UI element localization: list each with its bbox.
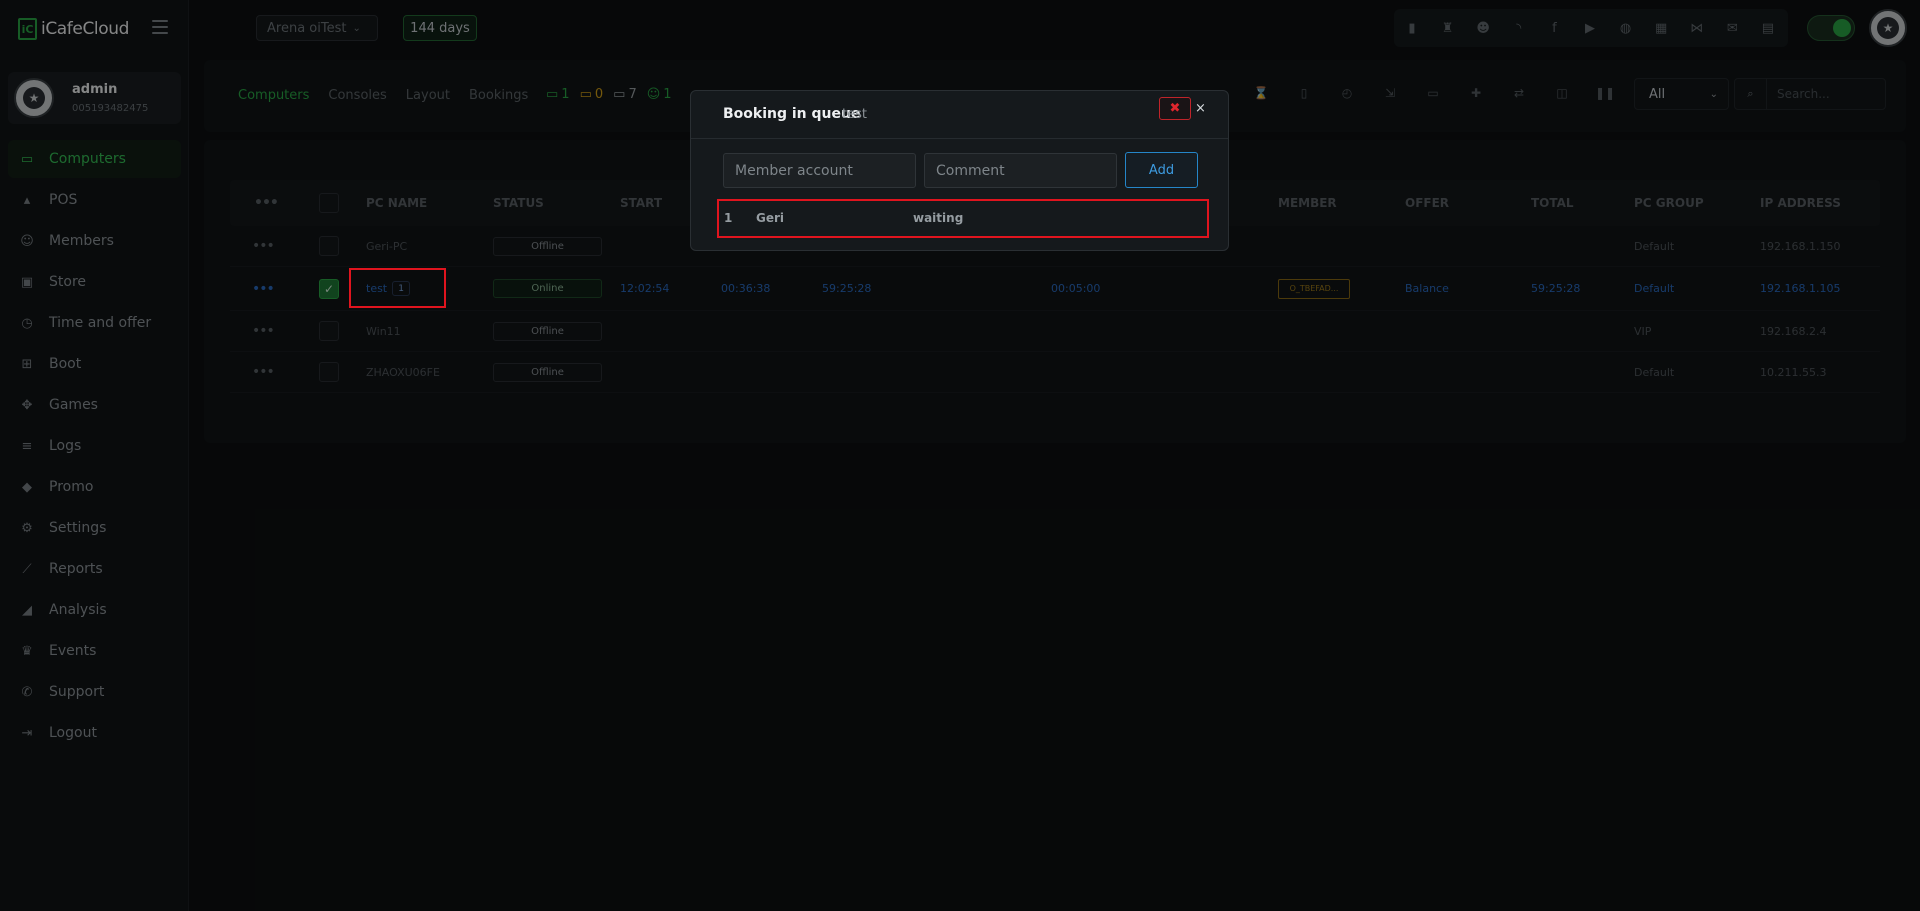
comment-input[interactable]: Comment	[924, 153, 1117, 188]
highlight-box-queue-row	[717, 199, 1209, 238]
highlight-box-pc-name	[349, 268, 446, 308]
modal-subtitle: test	[842, 107, 867, 122]
close-icon[interactable]: ×	[1195, 101, 1206, 116]
member-account-input[interactable]: Member account	[723, 153, 916, 188]
modal-header: Booking in queue test ×	[691, 91, 1228, 139]
add-booking-button[interactable]: Add	[1125, 152, 1198, 188]
delete-booking-button[interactable]: ✖	[1159, 97, 1191, 120]
modal-title: Booking in queue	[723, 106, 861, 122]
